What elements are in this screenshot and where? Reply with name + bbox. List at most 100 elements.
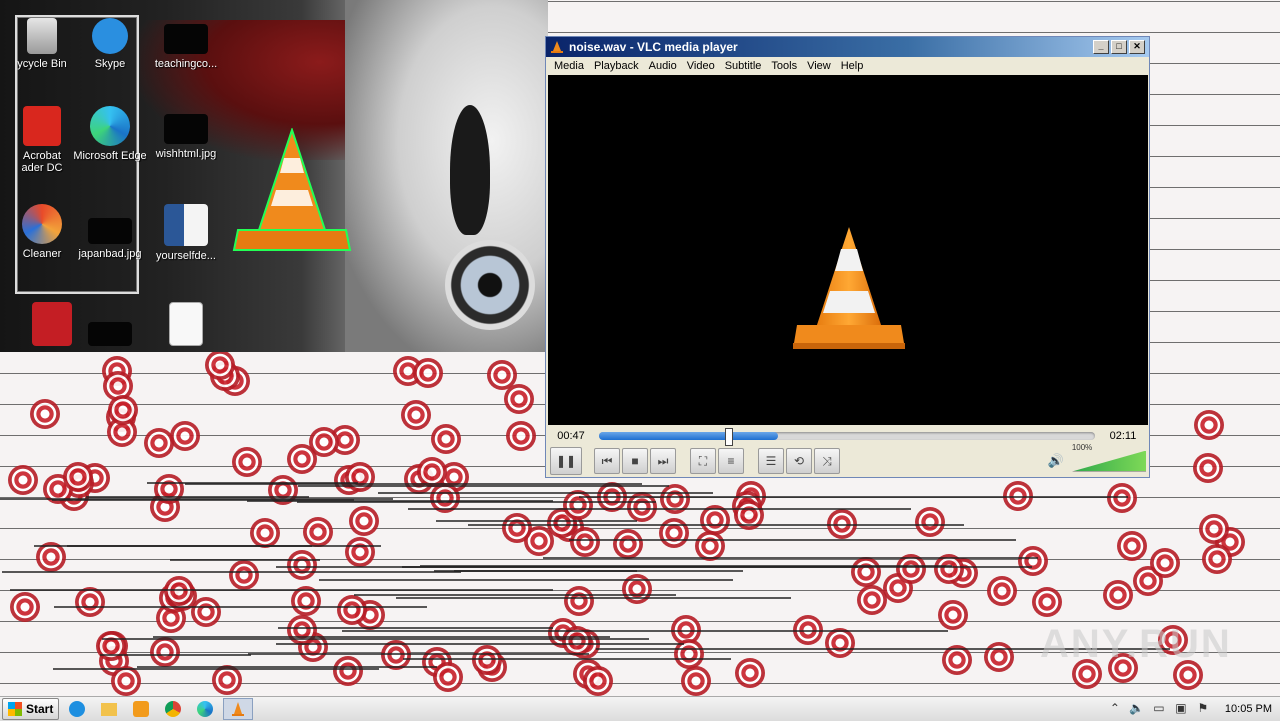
loop-button[interactable]: ⟲ (786, 448, 812, 474)
menu-playback[interactable]: Playback (589, 60, 644, 72)
fullscreen-button[interactable]: ⛶ (690, 448, 716, 474)
taskbar-chrome[interactable] (159, 699, 187, 719)
close-button[interactable]: ✕ (1129, 40, 1145, 54)
taskbar-clock[interactable]: 10:05 PM (1225, 703, 1272, 715)
glitch-streak (298, 485, 669, 487)
taskbar-ie[interactable] (63, 699, 91, 719)
stop-button[interactable]: ■ (622, 448, 648, 474)
next-button[interactable]: ⏭ (650, 448, 676, 474)
glitch-blob (851, 557, 881, 587)
elapsed-time: 00:47 (557, 430, 585, 442)
glitch-blob (345, 537, 375, 567)
seek-progress (599, 432, 778, 440)
word-doc-icon (164, 204, 208, 246)
vlc-window: noise.wav - VLC media player _ □ ✕ Media… (545, 36, 1150, 478)
glitch-blob (1202, 544, 1232, 574)
shuffle-button[interactable]: ⤨ (814, 448, 840, 474)
minimize-button[interactable]: _ (1093, 40, 1109, 54)
desktop-icon-ccleaner[interactable]: Cleaner (4, 204, 80, 260)
seek-row: 00:47 02:11 (546, 427, 1149, 446)
menu-video[interactable]: Video (682, 60, 720, 72)
glitch-blob (1103, 580, 1133, 610)
taskbar-media-player[interactable] (127, 699, 155, 719)
glitch-blob (570, 527, 600, 557)
seek-slider[interactable] (599, 428, 1095, 446)
desktop-icon-japanbad[interactable]: japanbad.jpg (72, 204, 148, 260)
glitch-streak (2, 571, 461, 573)
glitch-blob (487, 360, 517, 390)
glitch-blob (1199, 514, 1229, 544)
menu-audio[interactable]: Audio (644, 60, 682, 72)
glitch-blob (433, 662, 463, 692)
vlc-cone-glitched-icon (232, 128, 352, 251)
desktop-icon-label: Microsoft Edge (73, 150, 147, 162)
glitch-blob (583, 666, 613, 696)
desktop-icon-yourselfde[interactable]: yourselfde... (148, 204, 224, 262)
playlist-button[interactable]: ☰ (758, 448, 784, 474)
loop-icon: ⟲ (793, 454, 805, 468)
glitch-blob (659, 518, 689, 548)
taskbar: Start ⌃ 🔈 ▭ ▣ ⚑ 10:05 PM (0, 696, 1280, 721)
desktop-icon-recycle-bin[interactable]: ycycle Bin (4, 18, 80, 70)
desktop-icon-label: ycycle Bin (17, 58, 67, 70)
volume-slider[interactable] (1072, 450, 1146, 472)
glitch-blob (413, 358, 443, 388)
start-label: Start (26, 702, 54, 716)
desktop-icon-edge[interactable]: Microsoft Edge (72, 106, 148, 162)
glitch-streak (102, 638, 649, 640)
taskbar-explorer[interactable] (95, 699, 123, 719)
volume-tray-icon[interactable]: 🔈 (1129, 701, 1145, 717)
glitch-streak (67, 545, 381, 547)
glitch-streak (420, 565, 952, 567)
taskbar-edge[interactable] (191, 699, 219, 719)
network-tray-icon[interactable]: ▭ (1151, 701, 1167, 717)
glitch-blob (8, 465, 38, 495)
desktop-icon-wishhtml[interactable]: wishhtml.jpg (148, 106, 224, 160)
menu-help[interactable]: Help (836, 60, 869, 72)
maximize-button[interactable]: □ (1111, 40, 1127, 54)
skype-icon (92, 18, 128, 54)
glitch-streak (54, 606, 427, 608)
wallpaper-clown-mark (450, 105, 490, 235)
seek-handle[interactable] (724, 428, 733, 446)
glitch-streak (248, 653, 589, 655)
vlc-title-bar[interactable]: noise.wav - VLC media player _ □ ✕ (546, 37, 1149, 57)
glitch-blob (472, 645, 502, 675)
desktop-icon-acrobat[interactable]: Acrobat ader DC (4, 106, 80, 174)
video-area[interactable] (548, 75, 1148, 425)
glitch-blob (337, 595, 367, 625)
menu-media[interactable]: Media (549, 60, 589, 72)
glitch-blob (502, 513, 532, 543)
desktop-icon-label: wishhtml.jpg (155, 148, 217, 160)
glitch-blob (96, 631, 126, 661)
display-tray-icon[interactable]: ▣ (1173, 701, 1189, 717)
glitch-blob (75, 587, 105, 617)
glitch-blob (309, 427, 339, 457)
pause-button[interactable]: ❚❚ (550, 447, 582, 475)
desktop-icon-skype[interactable]: Skype (72, 18, 148, 70)
menu-view[interactable]: View (802, 60, 836, 72)
start-button[interactable]: Start (2, 698, 60, 720)
desktop-icon-partial-image[interactable] (72, 302, 148, 350)
glitch-streak (100, 654, 251, 656)
glitch-blob (563, 490, 593, 520)
menu-tools[interactable]: Tools (766, 60, 802, 72)
show-hidden-icons-icon[interactable]: ⌃ (1107, 701, 1123, 717)
desktop-icon-label: teachingco... (154, 58, 218, 70)
previous-button[interactable]: ⏮ (594, 448, 620, 474)
glitch-streak (170, 559, 320, 561)
glitch-blob (1117, 531, 1147, 561)
glitch-blob (681, 666, 711, 696)
glitch-blob (1032, 587, 1062, 617)
taskbar-vlc[interactable] (223, 698, 254, 720)
volume-control[interactable]: 🔊 100% (1048, 443, 1146, 472)
extended-settings-button[interactable]: ≡ (718, 448, 744, 474)
menu-subtitle[interactable]: Subtitle (720, 60, 767, 72)
desktop-icon-teachingco[interactable]: teachingco... (148, 18, 224, 70)
action-center-flag-icon[interactable]: ⚑ (1195, 701, 1211, 717)
windows-logo-icon (8, 702, 22, 716)
glitch-blob (1018, 546, 1048, 576)
glitch-blob (150, 637, 180, 667)
app-icon (32, 302, 72, 346)
desktop-icon-partial-text[interactable] (148, 302, 224, 350)
